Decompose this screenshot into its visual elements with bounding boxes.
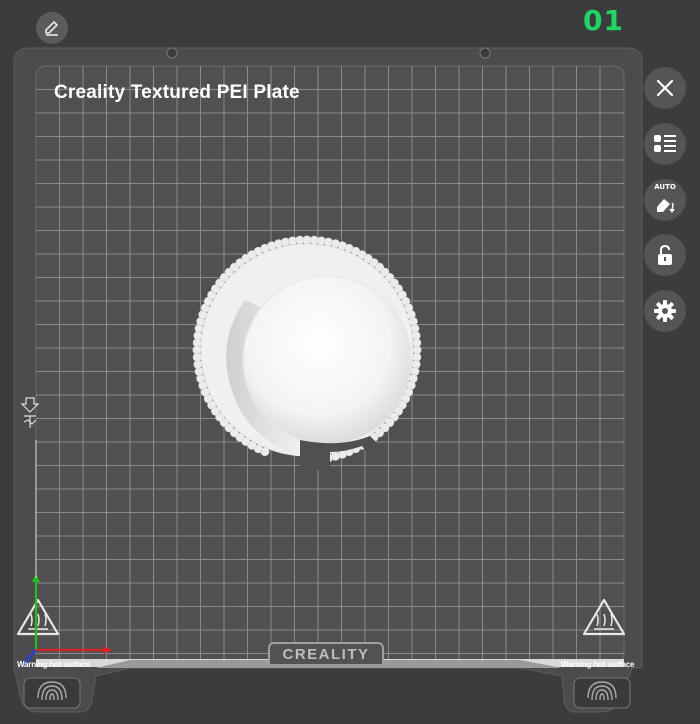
- pencil-icon: [45, 20, 59, 36]
- warning-label-left: Warning hot surface: [17, 660, 91, 669]
- plate-number: 01: [583, 4, 624, 37]
- viewport-3d[interactable]: 01 Creality Textured PEI Plate CREALITY …: [0, 0, 700, 724]
- plate-settings-button[interactable]: [644, 290, 686, 332]
- warning-label-right: Warning hot surface: [561, 660, 635, 669]
- lock-plate-button[interactable]: [644, 234, 686, 276]
- list-icon: [654, 135, 676, 152]
- auto-label: AUTO: [654, 183, 676, 191]
- edit-plate-button[interactable]: [36, 12, 68, 44]
- unlock-icon: [658, 244, 672, 265]
- plate-title: Creality Textured PEI Plate: [54, 82, 300, 103]
- brand-logo: CREALITY: [268, 642, 384, 664]
- fingerprint-icon: [23, 677, 81, 709]
- auto-arrange-button[interactable]: AUTO: [644, 179, 686, 221]
- close-icon: [656, 79, 674, 97]
- object-list-button[interactable]: [644, 123, 686, 165]
- mount-hole: [479, 47, 491, 59]
- gear-icon: [654, 300, 676, 322]
- build-plate[interactable]: [0, 0, 700, 724]
- close-plate-button[interactable]: [644, 67, 686, 109]
- knurl-tooth: [412, 338, 422, 348]
- mount-hole: [166, 47, 178, 59]
- fingerprint-icon: [573, 677, 631, 709]
- auto-arrange-icon: [657, 199, 675, 213]
